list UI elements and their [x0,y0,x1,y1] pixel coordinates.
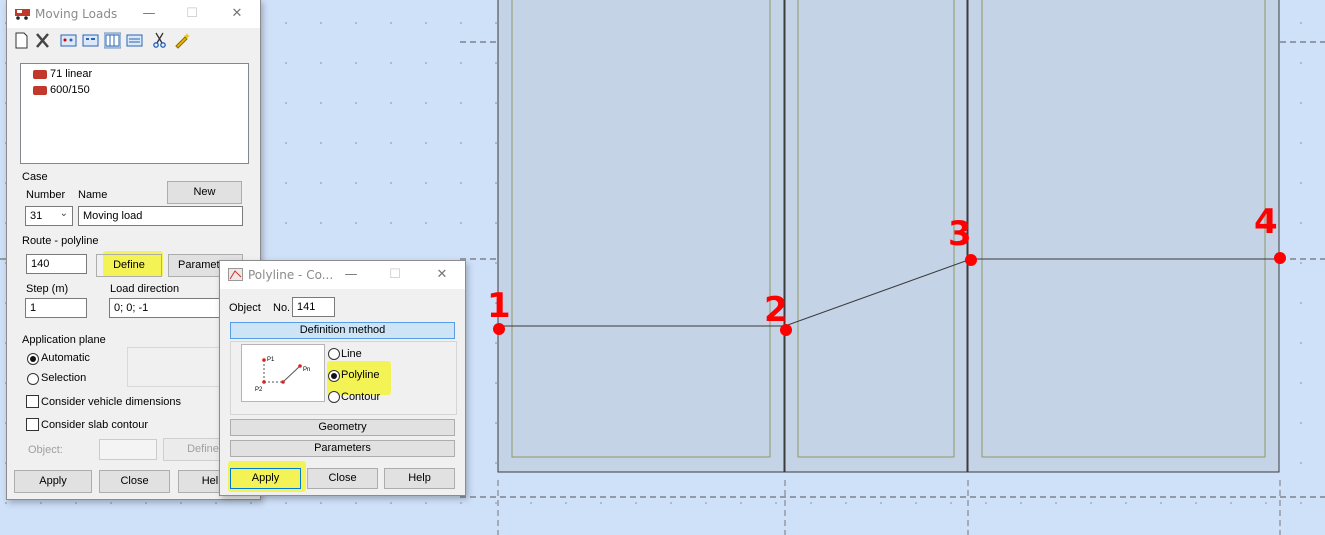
line-radio[interactable] [328,348,340,360]
number-label: Number [26,189,66,201]
polyline-help-button[interactable]: Help [384,468,455,489]
truck-app-icon [15,9,30,20]
step-label: Step (m) [26,283,69,295]
minimize-button[interactable]: — [135,4,163,24]
chevron-down-icon: ⌄ [59,208,68,219]
polyline-close-window-button[interactable]: ✕ [428,265,456,285]
define-route-button[interactable]: Define [96,254,162,277]
slab-panels[interactable] [497,0,1280,473]
close-window-button[interactable]: ✕ [223,4,251,24]
diagram-label-p2: P2 [255,387,263,393]
load-list[interactable]: 71 linear 600/150 [20,63,249,164]
annotation-1: 1 [487,286,511,326]
view-mode-3-icon[interactable] [104,32,121,49]
object-input [99,439,157,460]
new-case-button[interactable]: New [167,181,242,204]
definition-method-button[interactable]: Definition method [230,322,455,339]
polyline-radio[interactable] [328,370,340,382]
consider-vehicle-label: Consider vehicle dimensions [41,396,182,408]
route-group-label: Route - polyline [22,235,99,247]
name-label: Name [78,189,108,201]
diagram-label-pn: Pn [303,367,310,373]
automatic-label: Automatic [41,352,90,364]
polyline-app-icon [228,268,243,281]
polyline-maximize-button[interactable]: ☐ [381,265,409,285]
case-group-label: Case [22,171,48,183]
edit-sparkle-icon[interactable] [174,32,191,49]
selection-radio[interactable] [27,373,39,385]
annotation-3: 3 [948,214,972,254]
selection-label: Selection [41,372,87,384]
polyline-minimize-button[interactable]: — [337,265,365,285]
list-item-label: 71 linear [50,68,93,80]
load-direction-label: Load direction [110,283,180,295]
case-number-value: 31 [30,210,43,222]
window-title: Moving Loads [35,7,118,21]
polyline-apply-button[interactable]: Apply [230,468,301,489]
consider-slab-label: Consider slab contour [41,419,149,431]
line-option-label: Line [341,348,362,360]
consider-vehicle-checkbox[interactable] [26,395,39,408]
step-input[interactable]: 1 [25,298,87,318]
contour-option-label: Contour [341,391,381,403]
polyline-object-label: Object [229,302,261,314]
list-item-label: 600/150 [50,84,90,96]
route-number-input[interactable]: 140 [26,254,87,274]
geometry-button[interactable]: Geometry [230,419,455,436]
polyline-no-label: No. [273,302,291,314]
polyline-window-title: Polyline - Co... [248,268,334,282]
train-icon [33,70,47,79]
parameters-button[interactable]: Parameters [230,440,455,457]
polyline-option-label: Polyline [341,369,380,381]
case-number-select[interactable]: 31 ⌄ [25,206,73,226]
train-icon [33,86,47,95]
consider-slab-checkbox[interactable] [26,418,39,431]
automatic-radio[interactable] [27,353,39,365]
case-name-input[interactable]: Moving load [78,206,243,226]
view-mode-2-icon[interactable] [82,32,99,49]
polyline-number-input[interactable]: 141 [292,297,335,317]
view-mode-4-icon[interactable] [126,32,143,49]
close-button[interactable]: Close [99,470,170,493]
application-plane-group-label: Application plane [22,334,106,346]
annotation-4: 4 [1254,202,1278,242]
object-label: Object: [28,444,63,456]
contour-radio[interactable] [328,391,340,403]
maximize-button[interactable]: ☐ [178,4,206,24]
cut-icon[interactable] [151,32,168,49]
delete-icon[interactable] [34,32,51,49]
polyline-dialog: Polyline - Co... — ☐ ✕ Object No. 141 De… [219,260,466,496]
moving-loads-titlebar[interactable]: Moving Loads — ☐ ✕ [7,0,260,28]
diagram-label-p1: P1 [267,357,275,363]
view-mode-1-icon[interactable] [60,32,77,49]
annotation-2: 2 [764,290,788,330]
polyline-close-button[interactable]: Close [307,468,378,489]
apply-button[interactable]: Apply [14,470,92,493]
polyline-diagram: P1 P2 Pn [241,344,325,402]
new-document-icon[interactable] [13,32,30,49]
polyline-titlebar[interactable]: Polyline - Co... — ☐ ✕ [220,261,465,289]
